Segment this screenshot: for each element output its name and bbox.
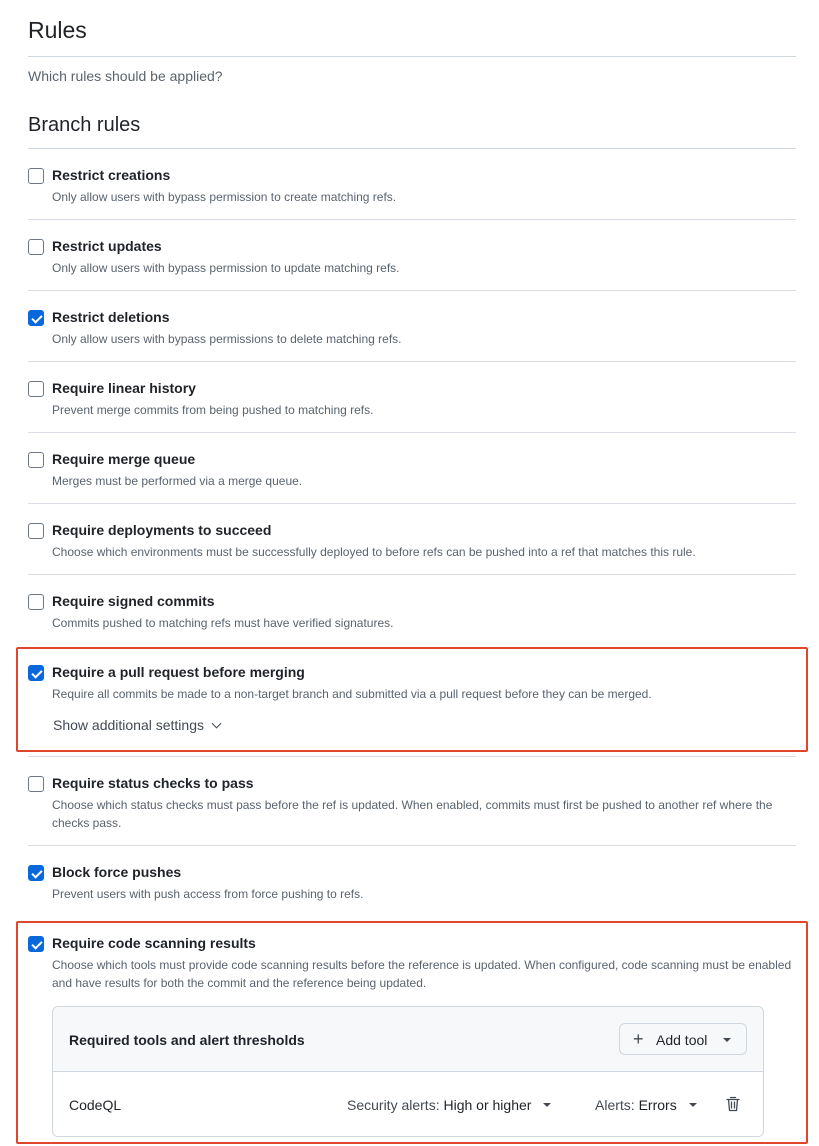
rule-checkbox[interactable] [28,239,44,255]
triangle-down-icon [688,1103,697,1107]
required-tools-title: Required tools and alert thresholds [69,1032,305,1048]
rule-description: Choose which environments must be succes… [52,545,696,559]
rule-title: Require status checks to pass [52,775,254,791]
rule-checkbox[interactable] [28,865,44,881]
rule-checkbox[interactable] [28,594,44,610]
page-title: Rules [28,17,87,43]
rule-title: Require signed commits [52,593,215,609]
title-divider [28,56,796,57]
add-tool-button[interactable]: + Add tool [619,1023,747,1055]
security-alerts-dropdown[interactable]: Security alerts: High or higher [347,1097,552,1113]
rule-divider [28,756,796,757]
section-divider [28,148,796,149]
chevron-down-icon [211,718,222,729]
rule-title: Restrict updates [52,238,162,254]
add-tool-label: Add tool [656,1032,708,1048]
rule-description: Require all commits be made to a non-tar… [52,687,652,701]
alerts-label: Alerts: [595,1097,635,1113]
rule-title: Require deployments to succeed [52,522,272,538]
security-alerts-value: High or higher [443,1097,532,1113]
rule-description: Only allow users with bypass permissions… [52,332,402,346]
rule-divider [28,290,796,291]
rule-divider [28,845,796,846]
rule-checkbox[interactable] [28,310,44,326]
rule-checkbox[interactable] [28,381,44,397]
rule-description: Only allow users with bypass permission … [52,190,397,204]
rule-divider [28,503,796,504]
tool-row: CodeQL Security alerts: High or higher A… [53,1073,763,1136]
alerts-value: Errors [638,1097,677,1113]
security-alerts-label: Security alerts: [347,1097,440,1113]
rule-description: Prevent users with push access from forc… [52,887,364,901]
rule-divider [28,219,796,220]
required-tools-panel: Required tools and alert thresholds + Ad… [52,1006,764,1137]
page-subtitle: Which rules should be applied? [28,68,223,84]
rule-checkbox[interactable] [28,452,44,468]
rule-divider [28,361,796,362]
rule-checkbox[interactable] [28,776,44,792]
show-additional-settings-button[interactable]: Show additional settings [53,717,222,733]
section-title: Branch rules [28,114,141,136]
rule-title: Require linear history [52,380,196,396]
rule-checkbox[interactable] [28,523,44,539]
rule-description: Prevent merge commits from being pushed … [52,403,374,417]
rule-description: Choose which status checks must pass bef… [52,798,773,830]
rule-title: Restrict deletions [52,309,170,325]
alerts-dropdown[interactable]: Alerts: Errors [595,1097,697,1113]
rule-divider [28,432,796,433]
rule-description: Merges must be performed via a merge que… [52,474,303,488]
rule-title: Require a pull request before merging [52,664,305,680]
rule-title: Require merge queue [52,451,196,467]
rule-description: Commits pushed to matching refs must hav… [52,616,394,630]
trash-icon[interactable] [726,1096,740,1112]
rule-checkbox[interactable] [28,665,44,681]
required-tools-header: Required tools and alert thresholds + Ad… [53,1007,763,1072]
rule-description: Only allow users with bypass permission … [52,261,400,275]
rule-description: Choose which tools must provide code sca… [52,958,792,990]
show-additional-settings-label: Show additional settings [53,717,204,733]
tool-name: CodeQL [69,1097,122,1113]
rule-checkbox[interactable] [28,936,44,952]
rule-checkbox[interactable] [28,168,44,184]
triangle-down-icon [543,1103,552,1107]
triangle-down-icon [723,1038,731,1042]
rule-title: Restrict creations [52,167,171,183]
plus-icon: + [633,1029,644,1049]
rule-title: Require code scanning results [52,935,256,951]
rule-divider [28,574,796,575]
rule-title: Block force pushes [52,864,182,880]
